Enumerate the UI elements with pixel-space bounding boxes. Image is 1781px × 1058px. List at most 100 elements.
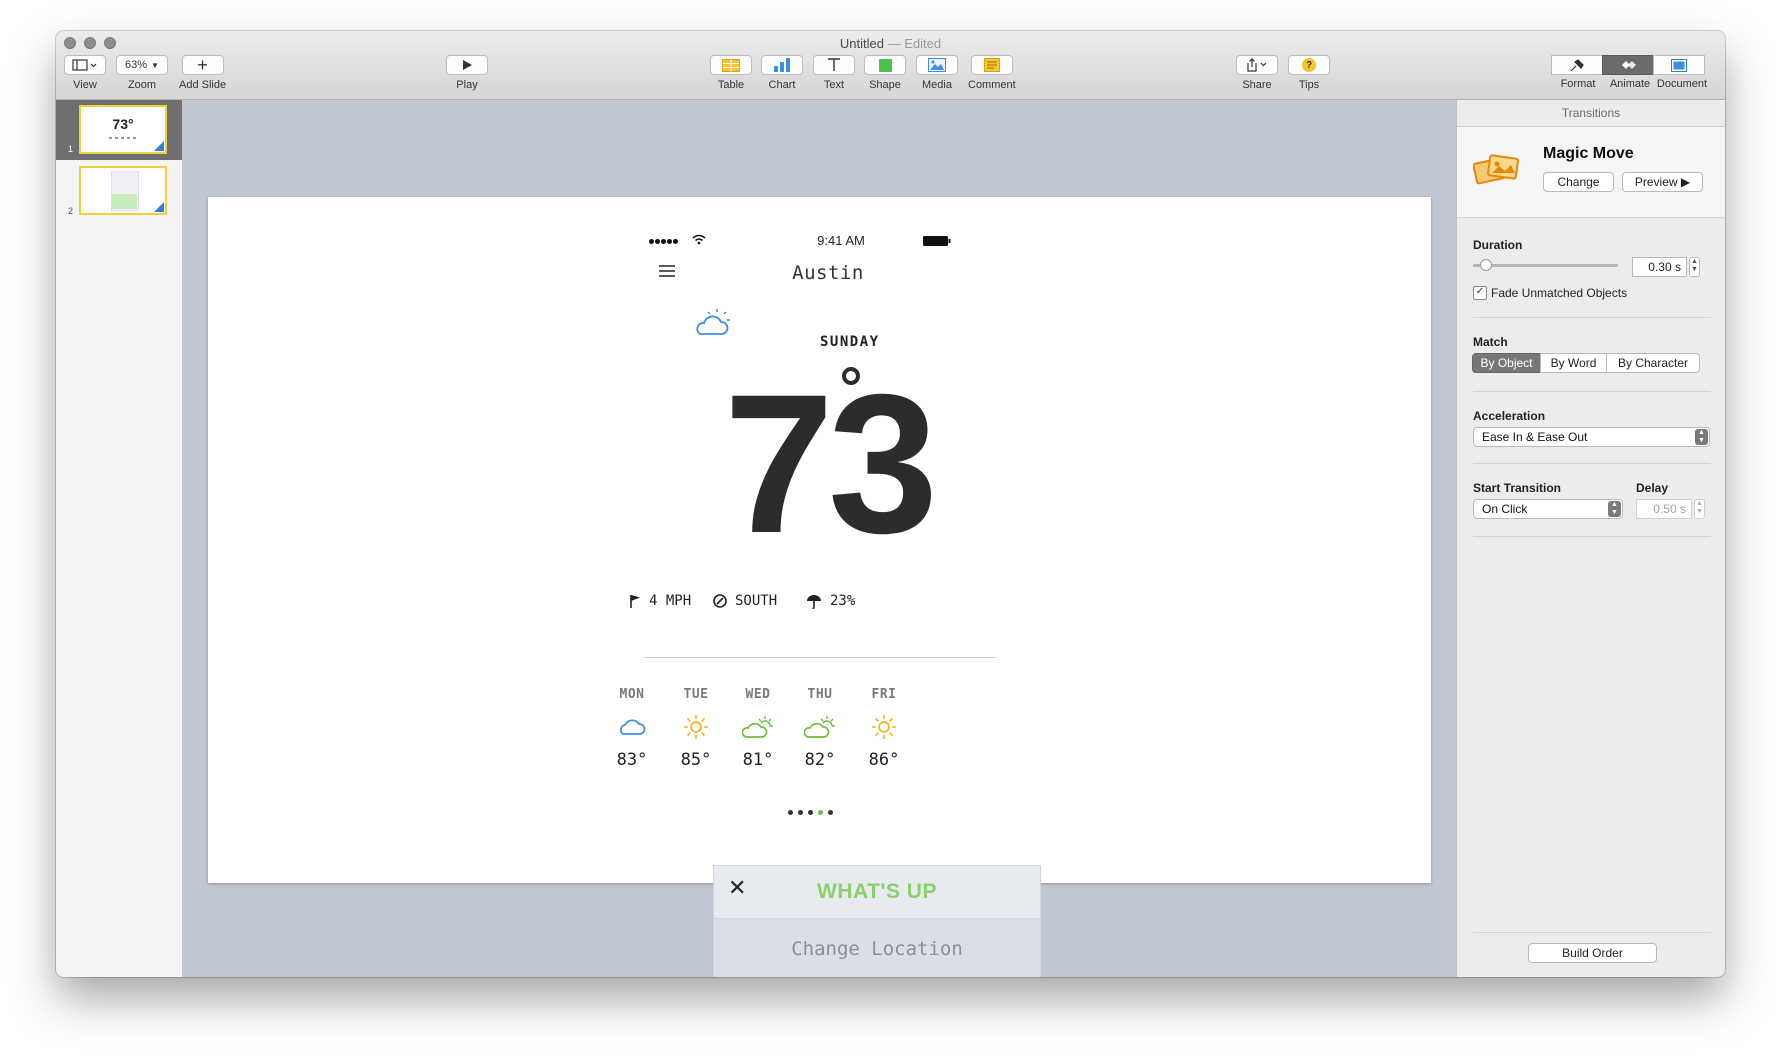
play-button[interactable] [446,55,488,75]
match-by-character[interactable]: By Character [1606,353,1700,373]
transition-marker-icon [154,141,164,151]
edited-status: Edited [904,36,942,51]
section-divider [1473,317,1711,318]
shape-label: Shape [869,79,901,91]
title-separator: — [887,36,901,51]
table-icon [722,58,740,72]
add-slide-label: Add Slide [179,79,227,91]
tips-button[interactable]: ? [1288,55,1330,75]
paintbrush-icon [1570,59,1584,72]
add-slide-tool[interactable]: + Add Slide [179,55,226,91]
share-tool[interactable]: Share [1236,55,1278,91]
document-tab[interactable] [1653,55,1705,75]
share-button[interactable] [1236,55,1278,75]
media-tool[interactable]: Media [916,55,958,91]
page-indicator [788,810,833,815]
shape-button[interactable] [864,55,906,75]
view-tool[interactable]: View [64,55,106,91]
menu-header: ✕ WHAT'S UP [714,866,1040,919]
delay-label: Delay [1636,481,1669,495]
forecast-temp: 81° [742,750,774,770]
forecast-day-name: TUE [683,687,709,702]
slide-navigator: 73° 1 2 [56,100,183,977]
view-button[interactable] [64,55,106,75]
wind-direction: SOUTH [713,593,777,609]
start-transition-popup[interactable]: On Click ▲ ▼ [1473,499,1623,519]
match-by-word[interactable]: By Word [1540,353,1607,373]
text-tool[interactable]: Text [813,55,855,91]
magic-move-icon [1473,154,1519,185]
media-button[interactable] [916,55,958,75]
popup-arrows-icon: ▲ ▼ [1608,501,1621,517]
chart-tool[interactable]: Chart [761,55,803,91]
fade-unmatched-checkbox[interactable]: ✓ Fade Unmatched Objects [1473,286,1627,300]
hamburger-menu-icon[interactable] [659,265,675,277]
tips-label: Tips [1298,79,1320,91]
start-transition-label: Start Transition [1473,481,1562,495]
slide-1[interactable]: 9:41 AM Austin SUNDAY 73 4 MPH SOUTH 23% [208,197,1431,883]
forecast-temp: 83° [616,750,648,770]
page-dot [828,810,833,815]
chart-button[interactable] [761,55,803,75]
play-tool[interactable]: Play [446,55,488,91]
inspector-switcher[interactable] [1551,55,1705,75]
preview-button[interactable]: Preview ▶ [1622,172,1703,192]
partly-cloudy-icon [742,716,773,738]
shape-tool[interactable]: Shape [864,55,906,91]
thumbnail-forecast-dots [109,137,139,139]
animate-tab[interactable] [1602,55,1654,75]
slide-canvas[interactable]: 9:41 AM Austin SUNDAY 73 4 MPH SOUTH 23% [183,100,1456,977]
fade-unmatched-label: Fade Unmatched Objects [1491,286,1628,300]
text-button[interactable] [813,55,855,75]
square-shape-icon [878,58,892,72]
comment-icon [983,58,1000,72]
current-temperature: 73 [723,353,938,574]
zoom-popup[interactable]: 63% ▼ [116,55,168,75]
build-order-button[interactable]: Build Order [1528,943,1657,963]
forecast-day-name: FRI [871,687,897,702]
sun-icon [872,715,896,739]
acceleration-value: Ease In & Ease Out [1482,430,1588,444]
title-bar: Untitled — Edited View 63% ▼ Zoom + Add … [56,31,1725,100]
section-divider [1473,932,1711,933]
match-by-object[interactable]: By Object [1472,353,1541,373]
match-segmented-control[interactable]: By Object By Word By Character [1472,353,1700,373]
forecast-day: MON 83° [597,687,667,770]
slide-number-1: 1 [68,144,74,154]
comment-button[interactable] [970,55,1013,75]
slide-thumbnail-1[interactable]: 73° [79,105,167,154]
comment-tool[interactable]: Comment [968,55,1016,91]
forecast-day: FRI 86° [849,687,919,770]
table-tool[interactable]: Table [710,55,752,91]
change-button[interactable]: Change [1543,172,1614,192]
slider-knob[interactable] [1479,259,1492,271]
zoom-tool[interactable]: 63% ▼ Zoom [116,55,168,91]
duration-field[interactable]: 0.30 s [1632,257,1687,277]
table-label: Table [717,79,745,91]
bar-chart-icon [774,58,790,72]
acceleration-popup[interactable]: Ease In & Ease Out ▲ ▼ [1473,427,1710,447]
inspector-switcher-labels: Format Animate Document [1552,78,1708,90]
tips-tool[interactable]: ? Tips [1288,55,1330,91]
sun-icon [684,715,708,739]
off-slide-menu-panel[interactable]: ✕ WHAT'S UP Change Location [713,865,1041,977]
document-label: Document [1656,78,1708,90]
duration-slider[interactable] [1473,256,1618,276]
duration-stepper[interactable]: ▲ ▼ [1689,257,1700,277]
format-tab[interactable] [1551,55,1603,75]
keynote-window: Untitled — Edited View 63% ▼ Zoom + Add … [56,31,1725,977]
menu-title: WHAT'S UP [817,880,937,903]
forecast-temp: 86° [868,750,900,770]
table-button[interactable] [710,55,752,75]
text-icon [828,58,840,71]
battery-icon [923,236,951,246]
section-divider [1473,536,1711,537]
popup-arrows-icon: ▲ ▼ [1695,429,1708,445]
acceleration-label: Acceleration [1473,409,1546,423]
section-divider [1473,463,1711,464]
forecast-temp: 85° [680,750,712,770]
zoom-label: Zoom [127,79,157,91]
add-slide-button[interactable]: + [181,55,224,75]
change-location-item[interactable]: Change Location [714,938,1040,960]
slide-thumbnail-2[interactable] [79,166,167,215]
